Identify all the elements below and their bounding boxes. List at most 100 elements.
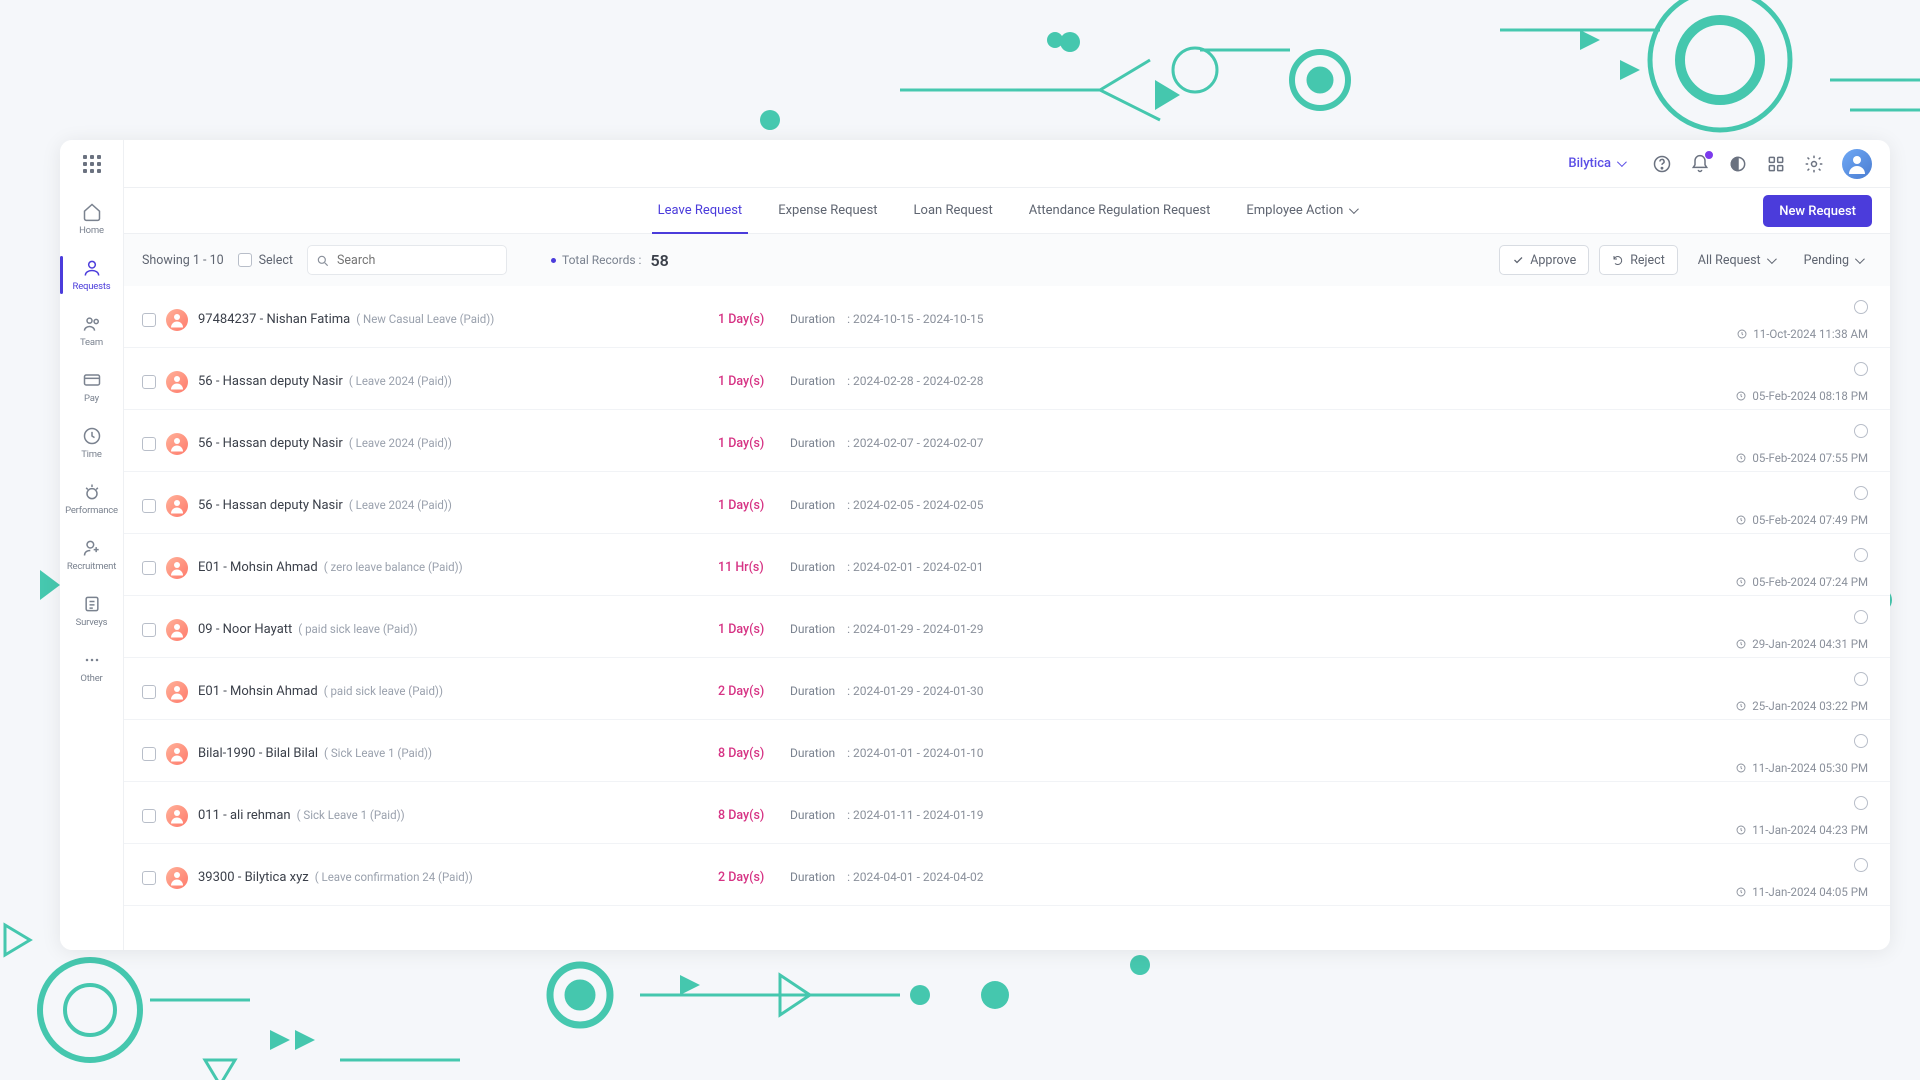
duration-days: 2 Day(s) [718,870,778,885]
reject-button[interactable]: Reject [1599,245,1678,275]
tab-label: Leave Request [658,203,743,218]
sidebar-item-home[interactable]: Home [64,192,120,246]
timestamp-text: 05-Feb-2024 08:18 PM [1752,389,1868,403]
tab-attendance-request[interactable]: Attendance Regulation Request [1011,188,1229,233]
request-row[interactable]: Bilal-1990 - Bilal Bilal ( Sick Leave 1 (… [124,720,1890,782]
request-row[interactable]: E01 - Mohsin Ahmad( paid sick leave (Pai… [124,658,1890,720]
timestamp: 25-Jan-2024 03:22 PM [1735,699,1868,713]
row-checkbox[interactable] [142,871,156,885]
status-indicator[interactable] [1854,548,1868,562]
timestamp: 11-Oct-2024 11:38 AM [1736,327,1868,341]
duration-days: 1 Day(s) [718,498,778,513]
help-icon[interactable] [1652,154,1672,174]
date-range: : 2024-02-05 - 2024-02-05 [847,498,983,512]
avatar [166,681,188,703]
clock-icon [1735,700,1747,712]
duration-days: 8 Day(s) [718,746,778,761]
sidebar-item-surveys[interactable]: Surveys [64,584,120,638]
status-indicator[interactable] [1854,672,1868,686]
date-range: : 2024-01-29 - 2024-01-29 [847,622,983,636]
approve-label: Approve [1530,253,1576,268]
clock-icon [1735,514,1747,526]
row-checkbox[interactable] [142,375,156,389]
request-row[interactable]: 011 - ali rehman( Sick Leave 1 (Paid))8 … [124,782,1890,844]
tab-leave-request[interactable]: Leave Request [640,188,761,233]
clock-icon [1736,328,1748,340]
settings-icon[interactable] [1804,154,1824,174]
tab-employee-action[interactable]: Employee Action [1228,188,1374,233]
org-switcher[interactable]: Bilytica [1568,156,1624,171]
sidebar-item-recruitment[interactable]: Recruitment [64,528,120,582]
timestamp-text: 05-Feb-2024 07:55 PM [1752,451,1868,465]
status-indicator[interactable] [1854,734,1868,748]
row-checkbox[interactable] [142,747,156,761]
avatar [166,309,188,331]
user-avatar[interactable] [1842,149,1872,179]
status-indicator[interactable] [1854,858,1868,872]
apps-grid-icon[interactable] [80,152,104,176]
row-checkbox[interactable] [142,437,156,451]
row-checkbox[interactable] [142,685,156,699]
sidebar-item-requests[interactable]: Requests [64,248,120,302]
timestamp-text: 05-Feb-2024 07:49 PM [1752,513,1868,527]
employee-name: Bilal-1990 - Bilal Bilal [198,746,318,761]
row-checkbox[interactable] [142,313,156,327]
time-icon [82,426,102,446]
employee-name: 56 - Hassan deputy Nasir [198,498,343,513]
request-row[interactable]: 97484237 - Nishan Fatima( New Casual Lea… [124,286,1890,348]
topbar: Bilytica [124,140,1890,188]
status-indicator[interactable] [1854,424,1868,438]
row-checkbox[interactable] [142,809,156,823]
clock-icon [1735,390,1747,402]
leave-type: ( Sick Leave 1 (Paid)) [324,746,432,760]
tab-label: Loan Request [914,203,993,218]
status-indicator[interactable] [1854,796,1868,810]
search-input[interactable] [307,245,507,275]
date-range: : 2024-01-29 - 2024-01-30 [847,684,983,698]
tab-expense-request[interactable]: Expense Request [760,188,895,233]
sidebar-item-other[interactable]: Other [64,640,120,694]
request-row[interactable]: 56 - Hassan deputy Nasir( Leave 2024 (Pa… [124,410,1890,472]
status-indicator[interactable] [1854,362,1868,376]
duration-label: Duration [790,312,835,326]
sidebar-label: Time [81,449,102,460]
request-row[interactable]: 56 - Hassan deputy Nasir( Leave 2024 (Pa… [124,348,1890,410]
approve-button[interactable]: Approve [1499,245,1589,275]
request-row[interactable]: 56 - Hassan deputy Nasir( Leave 2024 (Pa… [124,472,1890,534]
status-indicator[interactable] [1854,486,1868,500]
sidebar-label: Team [80,337,103,348]
apps-icon[interactable] [1766,154,1786,174]
filter-all-request[interactable]: All Request [1688,245,1784,275]
employee-name: E01 - Mohsin Ahmad [198,560,318,575]
employee-name: 56 - Hassan deputy Nasir [198,374,343,389]
request-row[interactable]: E01 - Mohsin Ahmad( zero leave balance (… [124,534,1890,596]
status-indicator[interactable] [1854,610,1868,624]
sidebar-item-time[interactable]: Time [64,416,120,470]
notifications-icon[interactable] [1690,154,1710,174]
status-indicator[interactable] [1854,300,1868,314]
sidebar-label: Surveys [76,617,108,628]
sidebar-item-performance[interactable]: Performance [64,472,120,526]
app-window: Home Requests Team Pay Time Performance … [60,140,1890,950]
request-row[interactable]: 09 - Noor Hayatt( paid sick leave (Paid)… [124,596,1890,658]
row-checkbox[interactable] [142,561,156,575]
timestamp: 05-Feb-2024 07:55 PM [1735,451,1868,465]
theme-icon[interactable] [1728,154,1748,174]
timestamp-text: 25-Jan-2024 03:22 PM [1752,699,1868,713]
duration-days: 1 Day(s) [718,374,778,389]
select-all[interactable]: Select [238,253,293,268]
row-checkbox[interactable] [142,623,156,637]
leave-type: ( paid sick leave (Paid)) [324,684,443,698]
duration-label: Duration [790,498,835,512]
tab-loan-request[interactable]: Loan Request [896,188,1011,233]
sidebar-item-pay[interactable]: Pay [64,360,120,414]
duration-days: 1 Day(s) [718,436,778,451]
row-checkbox[interactable] [142,499,156,513]
sidebar-item-team[interactable]: Team [64,304,120,358]
duration-days: 11 Hr(s) [718,560,778,575]
new-request-button[interactable]: New Request [1763,195,1872,227]
filter-pending[interactable]: Pending [1794,245,1872,275]
timestamp-text: 29-Jan-2024 04:31 PM [1752,637,1868,651]
request-row[interactable]: 39300 - Bilytica xyz( Leave confirmation… [124,844,1890,906]
search-icon [316,253,330,267]
